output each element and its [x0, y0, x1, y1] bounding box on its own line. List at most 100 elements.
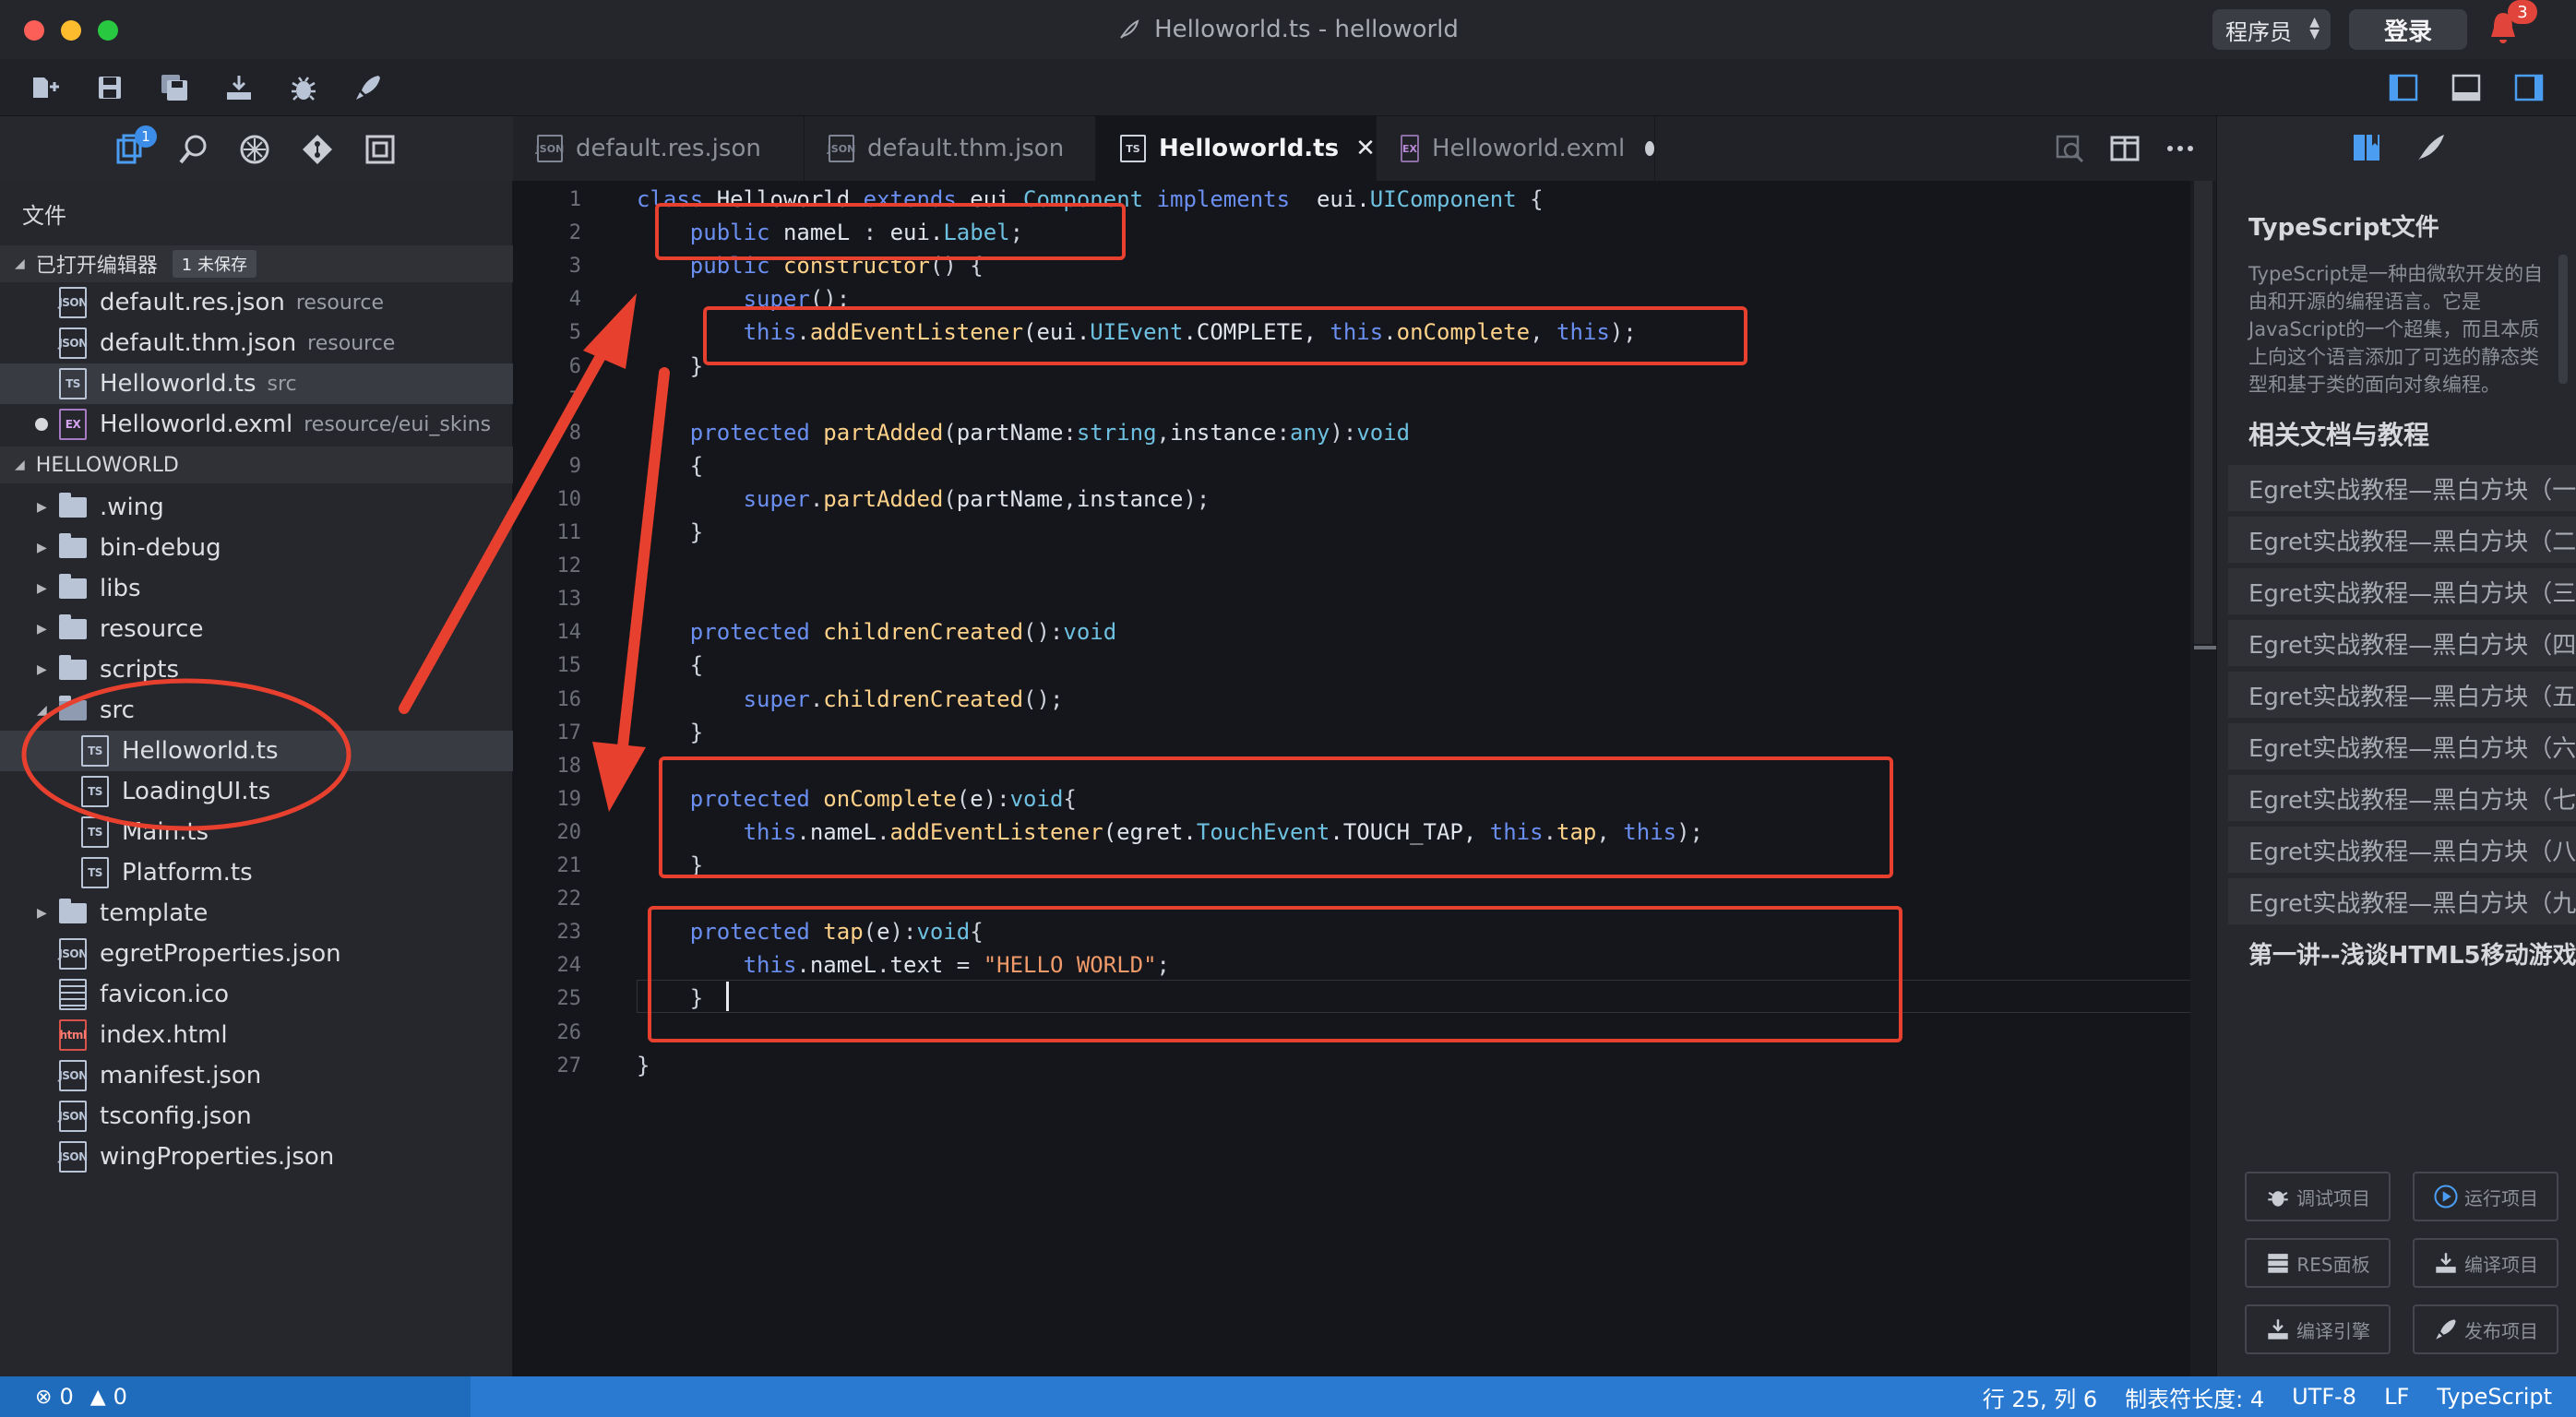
tab-label: Helloworld.ts [1159, 135, 1340, 162]
folder-item[interactable]: ▶ libs [0, 568, 513, 609]
annotation-box-tap [648, 906, 1902, 1042]
code-line: protected childrenCreated():void [637, 615, 1116, 649]
publish-project-button[interactable]: 发布项目 [2413, 1304, 2558, 1354]
build-engine-button[interactable]: 编译引擎 [2245, 1304, 2391, 1354]
tab-size[interactable]: 制表符长度: 4 [2125, 1381, 2264, 1413]
git-icon[interactable] [299, 131, 336, 168]
file-path: resource [295, 291, 384, 315]
cursor-position[interactable]: 行 25, 列 6 [1983, 1381, 2097, 1413]
project-header[interactable]: ◢ HELLOWORLD [0, 447, 513, 483]
rocket-icon [2436, 1319, 2456, 1340]
file-item-active[interactable]: TS Helloworld.ts [0, 731, 513, 771]
tab-default-thm-json[interactable]: JSON default.thm.json [805, 116, 1096, 181]
toggle-right-panel-icon[interactable] [2513, 72, 2545, 103]
doc-link[interactable]: Egret实战教程—黑白方块（二 [2228, 517, 2576, 563]
file-item[interactable]: TS LoadingUI.ts [0, 771, 513, 812]
open-editor-item[interactable]: EX Helloworld.exml resource/eui_skins [0, 404, 513, 445]
line-number: 2 [568, 221, 581, 245]
description-scrollbar[interactable] [2558, 255, 2568, 384]
open-editor-item-active[interactable]: TS Helloworld.ts src [0, 363, 513, 404]
open-preview-icon[interactable] [2054, 133, 2085, 164]
login-button[interactable]: 登录 [2349, 9, 2467, 50]
json-file-icon: JSON [828, 135, 855, 162]
json-file-icon: JSON [58, 287, 88, 318]
doc-link[interactable]: 第一讲--浅谈HTML5移动游戏 [2228, 930, 2576, 976]
debug-icon [2268, 1191, 2288, 1207]
file-item[interactable]: html index.html [0, 1015, 513, 1055]
status-right: 行 25, 列 6 制表符长度: 4 UTF-8 LF TypeScript [1983, 1376, 2552, 1417]
open-editor-item[interactable]: JSON default.thm.json resource [0, 323, 513, 363]
file-item[interactable]: JSON tsconfig.json [0, 1096, 513, 1137]
button-label: 运行项目 [2464, 1186, 2538, 1209]
new-file-icon[interactable] [30, 72, 61, 103]
file-item[interactable]: JSON egretProperties.json [0, 934, 513, 974]
role-select[interactable]: 程序员 ▲ ▼ [2212, 9, 2331, 50]
close-tab-icon[interactable]: ✕ [1355, 135, 1376, 162]
folder-item[interactable]: ▶ resource [0, 609, 513, 649]
code-token: partAdded [823, 485, 944, 512]
line-number: 23 [556, 921, 582, 945]
tab-helloworld-exml[interactable]: EX Helloworld.exml [1377, 116, 1655, 181]
outline-icon[interactable] [362, 131, 399, 168]
doc-link[interactable]: Egret实战教程—黑白方块（五 [2228, 672, 2576, 718]
toggle-panel-icon[interactable] [2451, 72, 2482, 103]
doc-link[interactable]: Egret实战教程—黑白方块（七 [2228, 775, 2576, 821]
debug-project-button[interactable]: 调试项目 [2245, 1172, 2391, 1221]
json-file-icon: JSON [58, 1060, 88, 1091]
doc-link[interactable]: Egret实战教程—黑白方块（一 [2228, 465, 2576, 511]
tab-helloworld-ts[interactable]: TS Helloworld.ts ✕ [1096, 116, 1377, 181]
file-name: Helloworld.exml [100, 411, 293, 438]
toggle-sidebar-icon[interactable] [2388, 72, 2419, 103]
doc-link[interactable]: Egret实战教程—黑白方块（九 [2228, 878, 2576, 924]
more-actions-icon[interactable] [2165, 133, 2196, 164]
code-token: super [637, 685, 810, 712]
code-line: } [637, 516, 703, 549]
file-item[interactable]: JSON wingProperties.json [0, 1137, 513, 1177]
tab-default-res-json[interactable]: JSON default.res.json [513, 116, 805, 181]
run-project-button[interactable]: 运行项目 [2413, 1172, 2558, 1221]
file-item[interactable]: TS Platform.ts [0, 852, 513, 893]
doc-link[interactable]: Egret实战教程—黑白方块（八 [2228, 827, 2576, 873]
line-number: 20 [556, 820, 582, 844]
file-item[interactable]: TS Main.ts [0, 812, 513, 852]
folder-item[interactable]: ▶ scripts [0, 649, 513, 690]
open-editors-header[interactable]: ◢ 已打开编辑器 1 未保存 [0, 245, 513, 282]
language-mode[interactable]: TypeScript [2437, 1384, 2552, 1410]
extensions-icon[interactable] [236, 131, 273, 168]
res-panel-button[interactable]: RES面板 [2245, 1238, 2391, 1288]
code-token: any [1290, 419, 1330, 446]
folder-item[interactable]: ▶ bin-debug [0, 528, 513, 568]
open-editors-label: 已打开编辑器 [35, 255, 158, 278]
build-project-button[interactable]: 编译项目 [2413, 1238, 2558, 1288]
file-item[interactable]: favicon.ico [0, 974, 513, 1015]
select-arrows-icon: ▲ ▼ [2309, 15, 2320, 42]
problems-indicator[interactable]: ⊗ 0 ▲ 0 [0, 1376, 471, 1417]
doc-link[interactable]: Egret实战教程—黑白方块（六 [2228, 723, 2576, 769]
split-editor-icon[interactable] [2109, 133, 2141, 164]
line-ending[interactable]: LF [2384, 1384, 2409, 1410]
folder-item[interactable]: ▶ .wing [0, 487, 513, 528]
button-label: 编译项目 [2464, 1253, 2538, 1276]
folder-item[interactable]: ▶ template [0, 893, 513, 934]
build-icon[interactable] [223, 72, 255, 103]
feather-icon[interactable] [2413, 129, 2450, 166]
debug-icon[interactable] [288, 72, 319, 103]
editor-scrollbar-thumb[interactable] [2194, 181, 2212, 644]
doc-link[interactable]: Egret实战教程—黑白方块（四 [2228, 620, 2576, 666]
doc-link[interactable]: Egret实战教程—黑白方块（三 [2228, 568, 2576, 614]
code-token: : [1276, 419, 1291, 446]
code-editor[interactable]: 1 2 3 4 5 6 7 8 9 10 11 12 13 14 15 16 17 18 19 20 21 22 23 24 2… [513, 181, 2216, 1376]
publish-rocket-icon[interactable] [352, 72, 384, 103]
encoding[interactable]: UTF-8 [2292, 1384, 2356, 1410]
docs-book-icon[interactable] [2348, 129, 2385, 166]
annotation-box-namel [655, 203, 1126, 260]
search-icon[interactable] [175, 131, 212, 168]
file-item[interactable]: JSON manifest.json [0, 1055, 513, 1096]
code-line: super.partAdded(partName,instance); [637, 482, 1210, 516]
save-icon[interactable] [94, 72, 125, 103]
annotation-box-add-listener [703, 306, 1747, 365]
code-line: { [637, 449, 703, 482]
open-editor-item[interactable]: JSON default.res.json resource [0, 282, 513, 323]
save-all-icon[interactable] [159, 72, 190, 103]
folder-item-expanded[interactable]: ◢ src [0, 690, 513, 731]
